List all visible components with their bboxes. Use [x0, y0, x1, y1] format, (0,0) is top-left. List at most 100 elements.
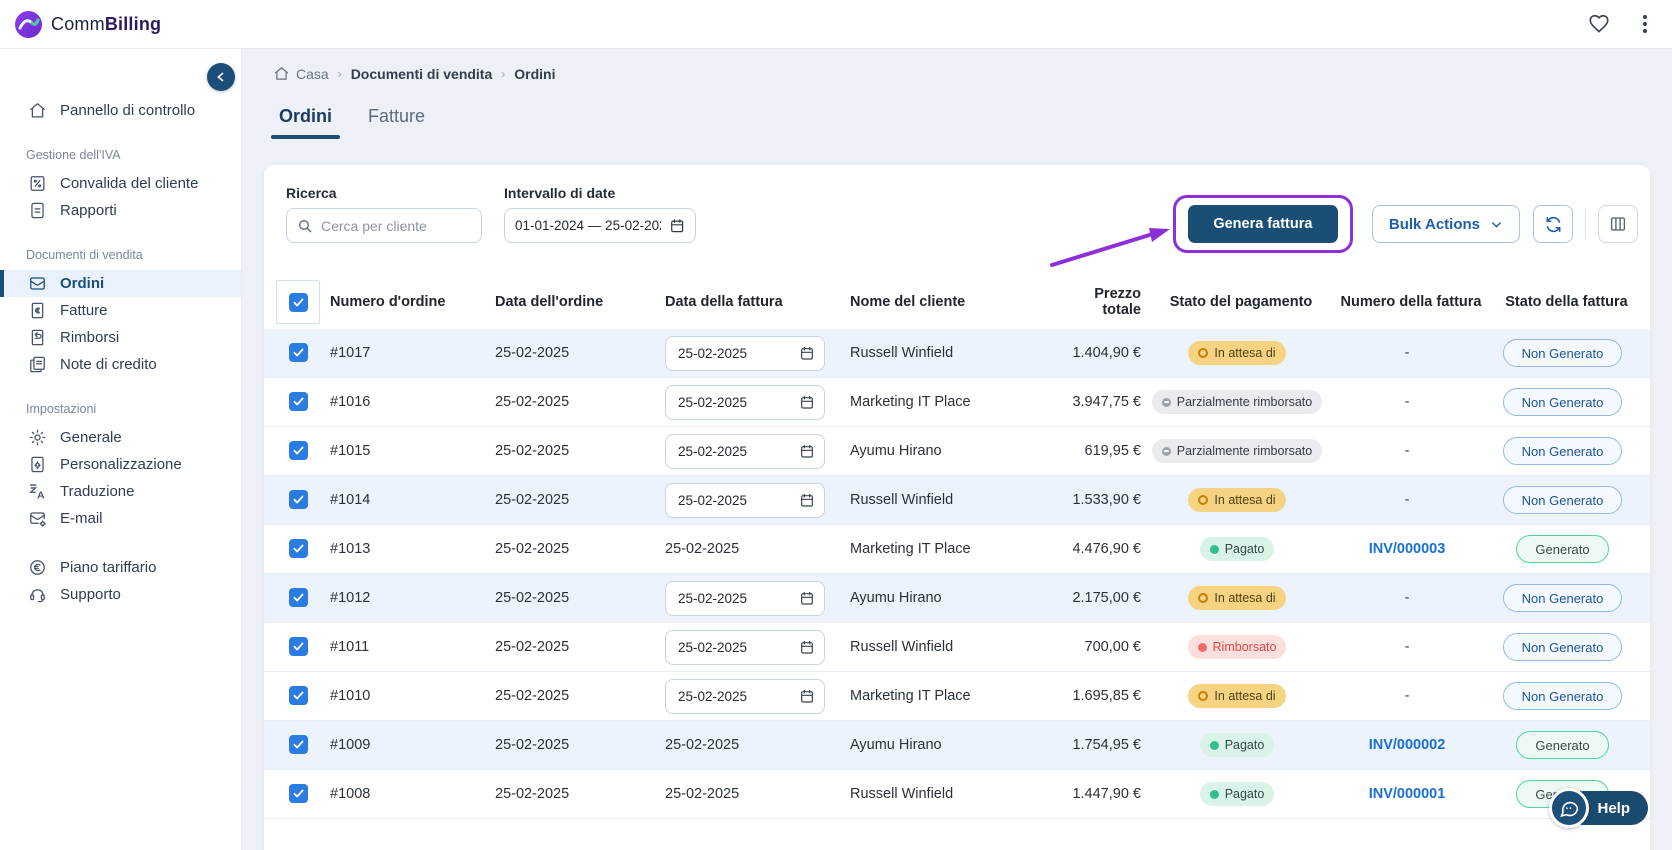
columns-settings-button[interactable] [1598, 205, 1638, 243]
invoice-date-cell: 25-02-2025 [665, 737, 740, 753]
row-checkbox[interactable] [289, 343, 308, 362]
home-icon [274, 67, 289, 80]
row-checkbox[interactable] [289, 784, 308, 803]
invoice-icon [28, 301, 47, 320]
payment-status-badge: Parzialmente rimborsato [1151, 390, 1323, 414]
table-row: #1011 25-02-2025 25-02-2025 Russell Winfiel… [264, 623, 1650, 672]
check-icon [293, 495, 304, 504]
invoice-number-link[interactable]: INV/000003 [1369, 541, 1446, 557]
payment-status-badge: Pagato [1199, 733, 1275, 757]
invoice-date-input[interactable]: 25-02-2025 [665, 482, 825, 518]
sidebar-item-e-mail[interactable]: E-mail [0, 505, 241, 532]
search-icon [299, 219, 312, 232]
order-number: #1017 [330, 345, 371, 361]
sidebar-nav: Pannello di controllo Gestione dell'IVA Co… [0, 49, 241, 608]
sidebar-item-traduzione[interactable]: A Traduzione [0, 478, 241, 505]
invoice-number-link[interactable]: INV/000001 [1369, 786, 1446, 802]
kebab-menu-icon[interactable] [1636, 14, 1654, 34]
help-widget[interactable]: Help [1549, 788, 1648, 828]
breadcrumb-documenti[interactable]: Documenti di vendita [351, 66, 493, 82]
customize-icon [28, 455, 47, 474]
invoice-status-pill: Non Generato [1502, 388, 1623, 416]
invoice-date-input[interactable]: 25-02-2025 [665, 433, 825, 469]
invoice-status-pill: Non Generato [1502, 486, 1623, 514]
order-date: 25-02-2025 [495, 394, 570, 410]
total-price: 619,95 € [1084, 443, 1141, 459]
sidebar-item-convalida-del-cliente[interactable]: Convalida del cliente [0, 170, 241, 197]
row-checkbox[interactable] [289, 637, 308, 656]
payment-status-badge: Rimborsato [1187, 635, 1287, 659]
order-number: #1015 [330, 443, 371, 459]
sidebar-item-pannello-di-controllo[interactable]: Pannello di controllo [0, 97, 241, 124]
breadcrumb-home[interactable]: Casa [273, 65, 329, 82]
app-window: CommBilling Pannello di controllo Gestion… [0, 0, 1672, 850]
row-checkbox[interactable] [289, 735, 308, 754]
status-dot-icon [1197, 642, 1207, 652]
status-dot-icon [1198, 495, 1209, 505]
select-all-checkbox[interactable] [288, 292, 308, 312]
status-dot-icon [1161, 397, 1171, 407]
favorites-heart-icon[interactable] [1588, 13, 1610, 35]
invoice-date-input[interactable]: 25-02-2025 [665, 335, 825, 371]
total-price: 1.754,95 € [1072, 737, 1141, 753]
order-number: #1012 [330, 590, 371, 606]
invoice-number-link[interactable]: INV/000002 [1369, 737, 1446, 753]
invoice-date-input[interactable]: 25-02-2025 [665, 384, 825, 420]
sidebar-section-title: Gestione dell'IVA [26, 148, 121, 162]
orders-table: Numero d'ordine Data dell'ordine Data dell… [264, 275, 1650, 819]
invoice-date-cell: 25-02-2025 [657, 580, 842, 616]
row-checkbox[interactable] [289, 539, 308, 558]
row-checkbox[interactable] [289, 686, 308, 705]
mail-gear-icon [28, 509, 47, 528]
sidebar-item-rapporti[interactable]: Rapporti [0, 197, 241, 224]
tab-ordini[interactable]: Ordini [271, 106, 340, 139]
total-price: 1.447,90 € [1072, 786, 1141, 802]
bulk-actions-button[interactable]: Bulk Actions [1371, 205, 1520, 243]
invoice-date-input[interactable]: 25-02-2025 [665, 678, 825, 714]
sidebar-item-supporto[interactable]: Supporto [0, 581, 241, 608]
invoice-number-empty: - [1404, 443, 1410, 459]
sidebar-item-ordini[interactable]: Ordini [0, 270, 241, 297]
sidebar-item-generale[interactable]: Generale [0, 424, 241, 451]
order-date: 25-02-2025 [495, 345, 570, 361]
date-range-input[interactable]: 01-01-2024 — 25-02-202 [504, 208, 696, 243]
sidebar-item-note-di-credito[interactable]: Note di credito [0, 351, 241, 378]
calendar-icon [801, 690, 813, 703]
check-icon [293, 642, 304, 651]
check-icon [293, 691, 304, 700]
search-input[interactable] [321, 217, 471, 234]
invoice-date-input[interactable]: 25-02-2025 [665, 580, 825, 616]
sidebar-collapse-button[interactable] [207, 63, 235, 91]
sidebar-item-piano-tariffario[interactable]: Piano tariffario [0, 554, 241, 581]
payment-status-badge: Pagato [1199, 782, 1275, 806]
sidebar-item-rimborsi[interactable]: Rimborsi [0, 324, 241, 351]
refresh-icon [1546, 216, 1560, 232]
invoice-date-input[interactable]: 25-02-2025 [665, 629, 825, 665]
toolbar: Genera fattura Bulk Actions [1049, 195, 1638, 267]
generate-invoice-button[interactable]: Genera fattura [1187, 205, 1338, 243]
row-checkbox[interactable] [289, 588, 308, 607]
sidebar-item-personalizzazione[interactable]: Personalizzazione [0, 451, 241, 478]
refresh-button[interactable] [1533, 205, 1573, 243]
invoice-status-pill: Non Generato [1502, 339, 1623, 367]
row-checkbox[interactable] [289, 490, 308, 509]
tab-fatture[interactable]: Fatture [368, 106, 425, 139]
column-header-numero-della-fattura: Numero della fattura [1340, 294, 1482, 310]
order-number: #1013 [330, 541, 371, 557]
sidebar: Pannello di controllo Gestione dell'IVA Co… [0, 49, 242, 850]
invoice-number-cell: - [1327, 492, 1487, 508]
invoice-number-cell: - [1327, 688, 1487, 704]
order-number: #1011 [330, 639, 370, 655]
sidebar-item-fatture[interactable]: Fatture [0, 297, 241, 324]
row-checkbox[interactable] [289, 441, 308, 460]
row-checkbox[interactable] [289, 392, 308, 411]
column-header-nome-del-cliente: Nome del cliente [850, 294, 966, 310]
check-icon [293, 544, 304, 553]
table-row: #1010 25-02-2025 25-02-2025 Marketing IT Pl… [264, 672, 1650, 721]
invoice-number-empty: - [1404, 590, 1410, 606]
orders-icon [28, 274, 47, 293]
table-row: #1008 25-02-2025 25-02-2025 Russell Winfiel… [264, 770, 1650, 819]
chevron-down-icon [1492, 221, 1501, 228]
calendar-icon [801, 347, 813, 360]
order-number: #1014 [330, 492, 371, 508]
